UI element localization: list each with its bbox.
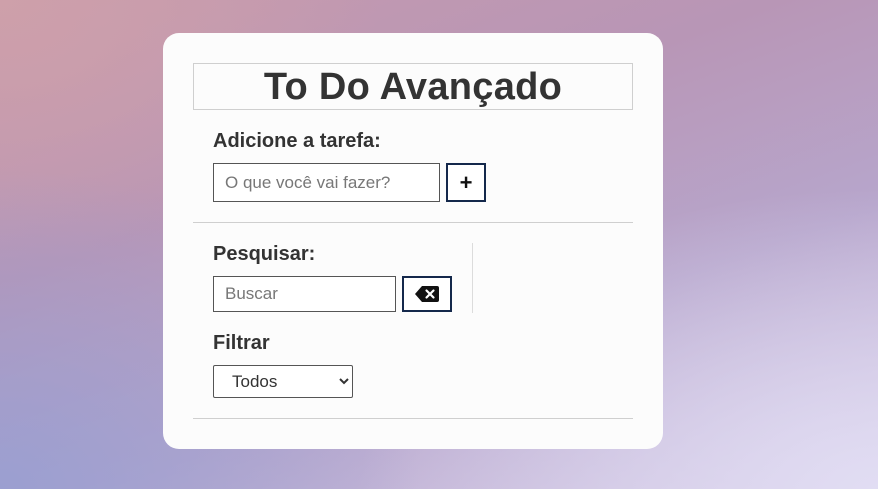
backspace-icon xyxy=(415,286,439,302)
vertical-divider xyxy=(472,243,473,313)
task-input[interactable] xyxy=(213,163,440,202)
header: To Do Avançado xyxy=(193,63,633,110)
add-task-button[interactable]: + xyxy=(446,163,486,202)
page-title: To Do Avançado xyxy=(263,65,563,108)
todo-card: To Do Avançado Adicione a tarefa: + Pesq… xyxy=(163,33,663,449)
search-input[interactable] xyxy=(213,276,396,312)
clear-search-button[interactable] xyxy=(402,276,452,312)
filter-label: Filtrar xyxy=(213,332,270,354)
search-label: Pesquisar: xyxy=(213,243,316,265)
add-task-label: Adicione a tarefa: xyxy=(213,130,381,152)
bottom-divider xyxy=(193,418,633,419)
section-divider xyxy=(193,222,633,223)
filter-select[interactable]: Todos xyxy=(213,365,353,398)
add-button-label: + xyxy=(459,169,473,195)
